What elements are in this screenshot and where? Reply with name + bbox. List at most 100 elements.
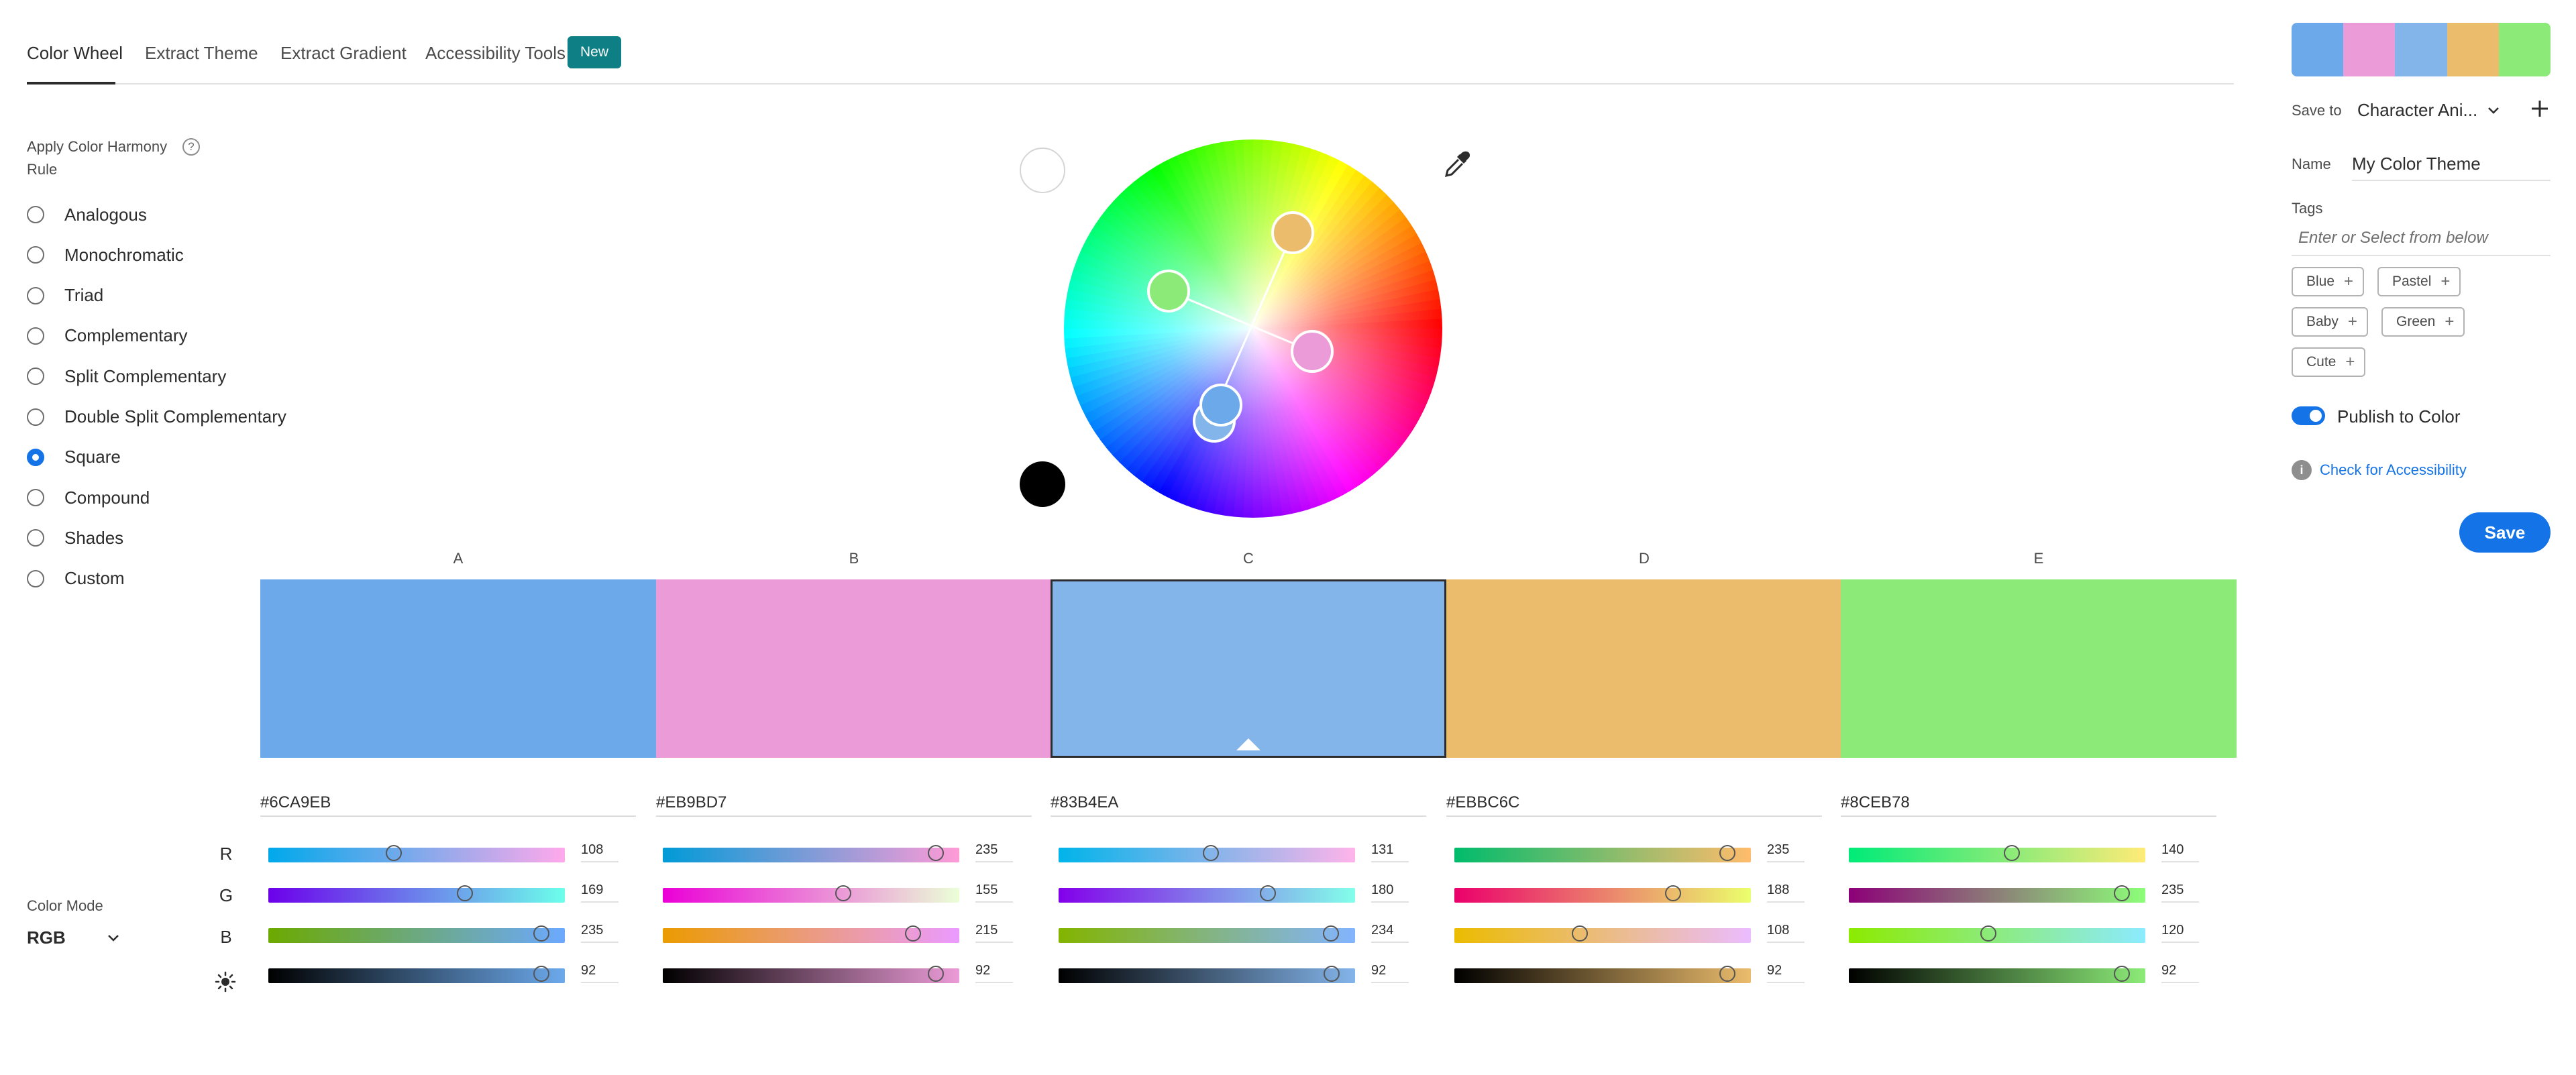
slider-thumb[interactable] bbox=[386, 845, 402, 861]
slider-thumb[interactable] bbox=[1719, 966, 1735, 982]
add-library-plus-icon[interactable] bbox=[2526, 95, 2553, 122]
radio-button[interactable] bbox=[27, 569, 44, 587]
channel-value-b-b[interactable]: 215 bbox=[975, 923, 1013, 943]
color-swatch-b[interactable] bbox=[656, 579, 1051, 758]
channel-value-r-d[interactable]: 235 bbox=[1767, 842, 1805, 862]
slider-b-e[interactable] bbox=[1849, 925, 2145, 943]
theme-name-input[interactable] bbox=[2352, 148, 2551, 181]
channel-value-g-c[interactable]: 180 bbox=[1371, 883, 1409, 903]
channel-value-r-b[interactable]: 235 bbox=[975, 842, 1013, 862]
hex-input-b[interactable] bbox=[656, 790, 1032, 817]
black-point-swatch[interactable] bbox=[1020, 461, 1065, 507]
color-swatch-d[interactable] bbox=[1446, 579, 1841, 758]
radio-button[interactable] bbox=[27, 448, 44, 466]
slider-thumb[interactable] bbox=[533, 925, 550, 942]
slider-thumb[interactable] bbox=[928, 845, 945, 861]
slider-g-b[interactable] bbox=[663, 885, 959, 903]
radio-button[interactable] bbox=[27, 206, 44, 223]
tag-baby[interactable]: Baby + bbox=[2292, 307, 2368, 337]
hex-input-d[interactable] bbox=[1446, 790, 1822, 817]
channel-value-g-b[interactable]: 155 bbox=[975, 883, 1013, 903]
rule-analogous[interactable]: Analogous bbox=[27, 201, 147, 228]
white-point-swatch[interactable] bbox=[1020, 148, 1065, 193]
channel-value-brightness-b[interactable]: 92 bbox=[975, 963, 1013, 983]
slider-r-c[interactable] bbox=[1059, 845, 1355, 862]
channel-value-brightness-a[interactable]: 92 bbox=[581, 963, 619, 983]
slider-thumb[interactable] bbox=[1260, 885, 1276, 901]
slider-thumb[interactable] bbox=[1323, 966, 1340, 982]
tag-pastel[interactable]: Pastel + bbox=[2377, 267, 2461, 296]
channel-value-b-e[interactable]: 120 bbox=[2161, 923, 2199, 943]
channel-value-brightness-c[interactable]: 92 bbox=[1371, 963, 1409, 983]
slider-r-b[interactable] bbox=[663, 845, 959, 862]
wheel-handle-a[interactable] bbox=[1199, 384, 1242, 427]
tab-accessibility-tools[interactable]: Accessibility Tools bbox=[425, 43, 566, 64]
channel-value-g-d[interactable]: 188 bbox=[1767, 883, 1805, 903]
slider-g-d[interactable] bbox=[1454, 885, 1751, 903]
hex-input-a[interactable] bbox=[260, 790, 636, 817]
slider-thumb[interactable] bbox=[1203, 845, 1220, 861]
slider-r-e[interactable] bbox=[1849, 845, 2145, 862]
radio-button[interactable] bbox=[27, 529, 44, 547]
slider-brightness-e[interactable] bbox=[1849, 966, 2145, 983]
publish-toggle[interactable] bbox=[2292, 406, 2325, 425]
hex-input-e[interactable] bbox=[1841, 790, 2216, 817]
channel-value-r-a[interactable]: 108 bbox=[581, 842, 619, 862]
slider-thumb[interactable] bbox=[2114, 885, 2131, 901]
save-to-dropdown[interactable]: Character Ani... bbox=[2357, 97, 2501, 123]
channel-value-g-a[interactable]: 169 bbox=[581, 883, 619, 903]
channel-value-r-e[interactable]: 140 bbox=[2161, 842, 2199, 862]
tag-blue[interactable]: Blue + bbox=[2292, 267, 2365, 296]
color-swatch-a[interactable] bbox=[260, 579, 656, 758]
radio-button[interactable] bbox=[27, 286, 44, 304]
slider-thumb[interactable] bbox=[904, 925, 921, 942]
slider-b-a[interactable] bbox=[268, 925, 565, 943]
channel-value-b-a[interactable]: 235 bbox=[581, 923, 619, 943]
color-mode-dropdown[interactable]: RGB bbox=[27, 924, 121, 951]
rule-complementary[interactable]: Complementary bbox=[27, 323, 188, 349]
slider-b-c[interactable] bbox=[1059, 925, 1355, 943]
channel-value-brightness-e[interactable]: 92 bbox=[2161, 963, 2199, 983]
slider-r-d[interactable] bbox=[1454, 845, 1751, 862]
color-wheel[interactable] bbox=[1063, 138, 1444, 519]
wheel-handle-d[interactable] bbox=[1271, 211, 1314, 254]
save-button[interactable]: Save bbox=[2459, 512, 2551, 553]
rule-square[interactable]: Square bbox=[27, 444, 121, 471]
slider-thumb[interactable] bbox=[533, 966, 549, 982]
slider-thumb[interactable] bbox=[1322, 925, 1339, 942]
radio-button[interactable] bbox=[27, 246, 44, 264]
rule-triad[interactable]: Triad bbox=[27, 282, 103, 309]
slider-thumb[interactable] bbox=[1719, 845, 1736, 861]
rule-monochromatic[interactable]: Monochromatic bbox=[27, 241, 184, 268]
tab-color-wheel[interactable]: Color Wheel bbox=[27, 43, 123, 64]
tags-input[interactable] bbox=[2292, 221, 2551, 256]
tab-extract-theme[interactable]: Extract Theme bbox=[145, 43, 258, 64]
channel-value-b-c[interactable]: 234 bbox=[1371, 923, 1409, 943]
slider-thumb[interactable] bbox=[927, 966, 944, 982]
slider-b-b[interactable] bbox=[663, 925, 959, 943]
slider-g-c[interactable] bbox=[1059, 885, 1355, 903]
eyedropper-icon[interactable] bbox=[1440, 149, 1472, 181]
slider-thumb[interactable] bbox=[835, 885, 851, 901]
color-swatch-c[interactable] bbox=[1051, 579, 1446, 758]
check-accessibility-link[interactable]: Check for Accessibility bbox=[2320, 461, 2467, 479]
slider-g-e[interactable] bbox=[1849, 885, 2145, 903]
wheel-handle-b[interactable] bbox=[1291, 330, 1334, 373]
slider-thumb[interactable] bbox=[2113, 966, 2130, 982]
channel-value-g-e[interactable]: 235 bbox=[2161, 883, 2199, 903]
slider-brightness-b[interactable] bbox=[663, 966, 959, 983]
slider-brightness-c[interactable] bbox=[1059, 966, 1355, 983]
radio-button[interactable] bbox=[27, 327, 44, 345]
channel-value-b-d[interactable]: 108 bbox=[1767, 923, 1805, 943]
slider-r-a[interactable] bbox=[268, 845, 565, 862]
slider-thumb[interactable] bbox=[1664, 885, 1681, 901]
slider-thumb[interactable] bbox=[1572, 925, 1589, 942]
tag-cute[interactable]: Cute + bbox=[2292, 347, 2366, 377]
slider-thumb[interactable] bbox=[1980, 925, 1996, 942]
radio-button[interactable] bbox=[27, 489, 44, 507]
channel-value-brightness-d[interactable]: 92 bbox=[1767, 963, 1805, 983]
rule-split-complementary[interactable]: Split Complementary bbox=[27, 363, 226, 390]
slider-thumb[interactable] bbox=[456, 885, 473, 901]
slider-brightness-a[interactable] bbox=[268, 966, 565, 983]
slider-b-d[interactable] bbox=[1454, 925, 1751, 943]
